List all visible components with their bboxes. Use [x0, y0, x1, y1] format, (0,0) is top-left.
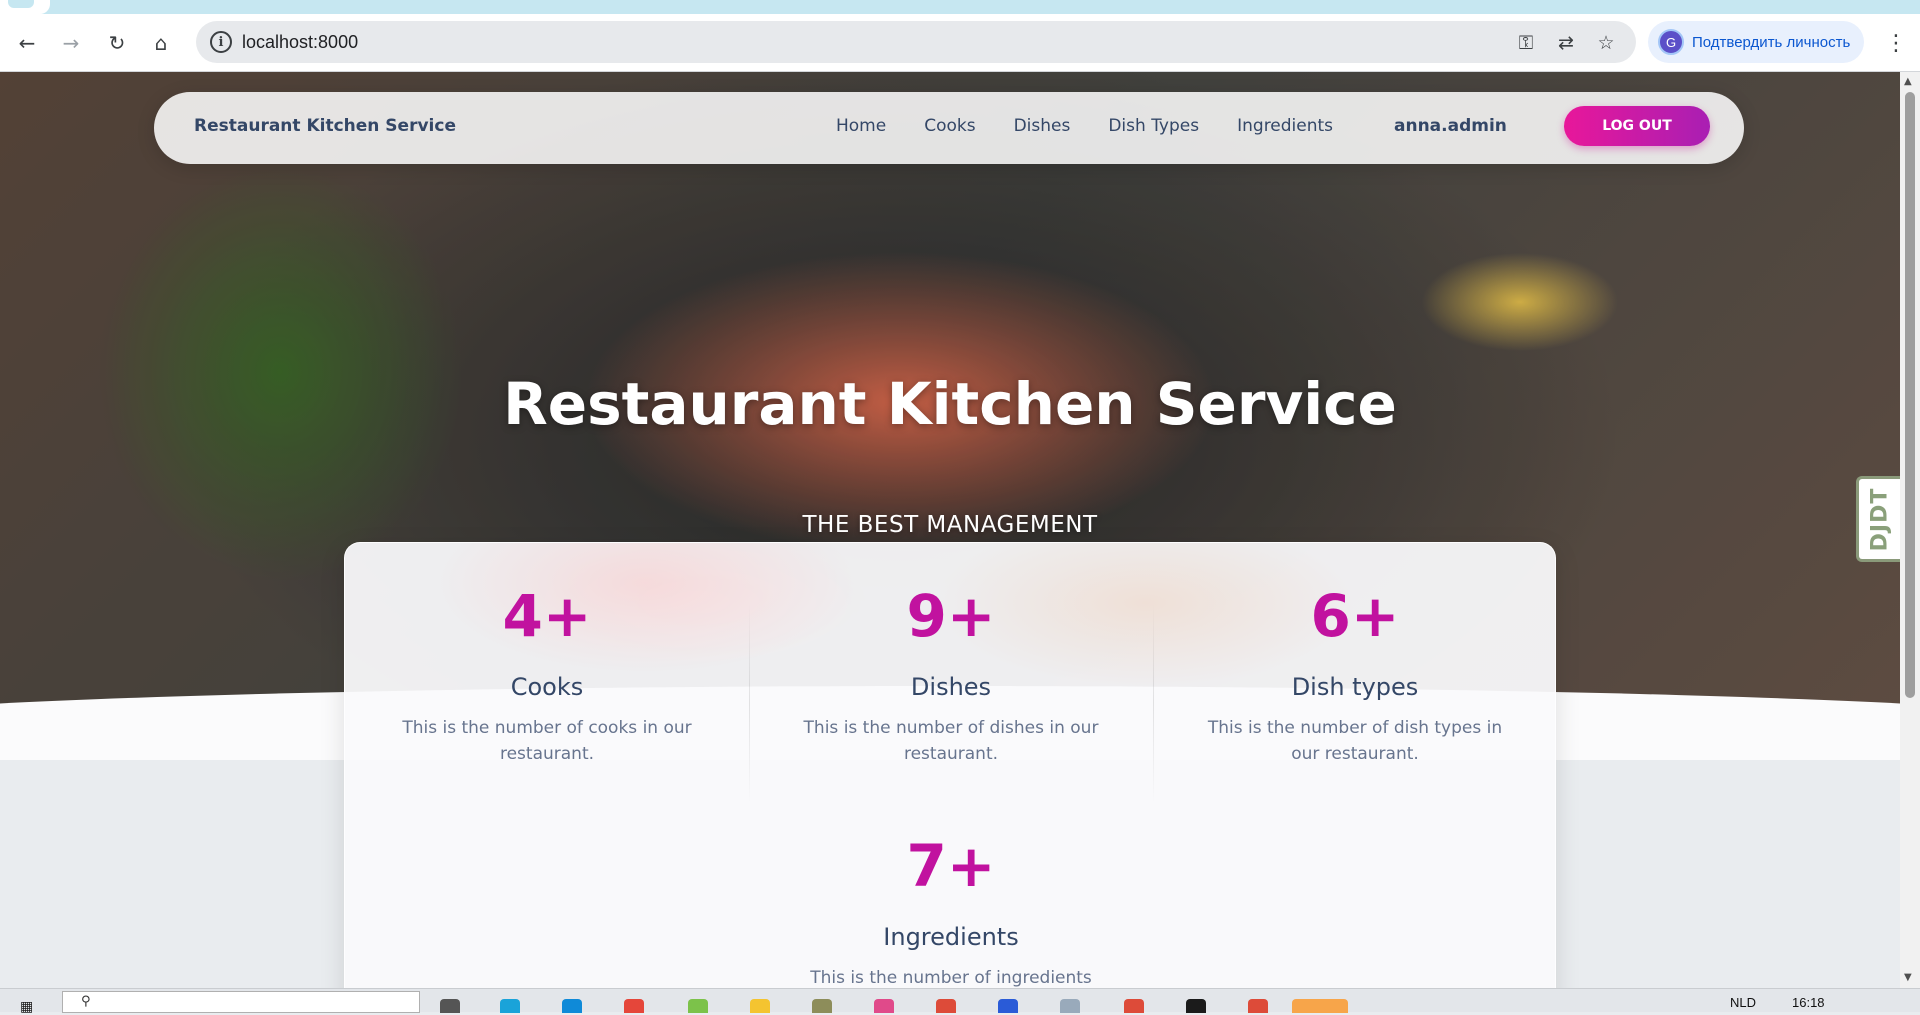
- clock[interactable]: 16:18: [1792, 995, 1825, 1010]
- nav-link-dish-types[interactable]: Dish Types: [1108, 116, 1199, 136]
- bookmark-star-icon[interactable]: ☆: [1594, 31, 1618, 55]
- page-scrollbar[interactable]: ▲ ▼: [1900, 72, 1920, 988]
- browser-tab-strip: [0, 0, 1920, 14]
- brand-link[interactable]: Restaurant Kitchen Service: [194, 116, 456, 136]
- stat-title: Ingredients: [883, 923, 1019, 951]
- git-icon[interactable]: [624, 999, 644, 1013]
- address-bar[interactable]: i localhost:8000 ⚿ ⇄ ☆: [196, 21, 1636, 63]
- site-info-icon[interactable]: i: [210, 31, 232, 53]
- navbar: Restaurant Kitchen Service Home Cooks Di…: [154, 92, 1744, 164]
- chrome-icon[interactable]: [1248, 999, 1268, 1013]
- os-taskbar: ▦ ⚲ NLD 16:18: [0, 988, 1920, 1015]
- logout-button[interactable]: LOG OUT: [1564, 106, 1710, 146]
- utorrent-icon[interactable]: [688, 999, 708, 1013]
- stat-number: 7+: [906, 832, 996, 900]
- stat-dishes: 9+ Dishes This is the number of dishes i…: [749, 581, 1153, 767]
- nav-link-ingredients[interactable]: Ingredients: [1237, 116, 1333, 136]
- forward-arrow-icon[interactable]: →: [56, 28, 86, 58]
- stat-description: This is the number of cooks in our resta…: [402, 718, 692, 764]
- kebab-menu-icon[interactable]: ⋮: [1884, 28, 1908, 58]
- hero-title: Restaurant Kitchen Service: [503, 370, 1397, 438]
- browser-tab[interactable]: [0, 0, 50, 14]
- profile-label: Подтвердить личность: [1692, 33, 1851, 51]
- stat-title: Cooks: [510, 673, 584, 701]
- page-viewport: Restaurant Kitchen Service THE BEST MANA…: [0, 72, 1900, 988]
- browser-toolbar: ← → ↻ ⌂ i localhost:8000 ⚿ ⇄ ☆ G Подтвер…: [0, 14, 1920, 72]
- stat-number: 6+: [1310, 582, 1400, 650]
- stat-title: Dish types: [1291, 673, 1419, 701]
- nav-link-cooks[interactable]: Cooks: [924, 116, 975, 136]
- taskbar-search-box[interactable]: ⚲: [62, 991, 420, 1013]
- nav-link-home[interactable]: Home: [836, 116, 886, 136]
- stat-description: This is the number of ingredients in our…: [810, 968, 1092, 988]
- search-icon: ⚲: [81, 994, 91, 1009]
- pycharm-icon[interactable]: [1186, 999, 1206, 1013]
- stat-description: This is the number of dishes in our rest…: [803, 718, 1099, 764]
- home-icon[interactable]: ⌂: [146, 28, 176, 58]
- stats-card: 4+ Cooks This is the number of cooks in …: [344, 542, 1556, 988]
- app-icon[interactable]: [1060, 999, 1080, 1013]
- nav-user-link[interactable]: anna.admin: [1394, 116, 1507, 136]
- edge-icon[interactable]: [500, 999, 520, 1013]
- stat-number: 4+: [502, 582, 592, 650]
- stat-ingredients: 7+ Ingredients This is the number of ing…: [749, 831, 1153, 988]
- key-icon[interactable]: ⚿: [1514, 31, 1538, 55]
- chrome-icon[interactable]: [1124, 999, 1144, 1013]
- stat-cooks: 4+ Cooks This is the number of cooks in …: [345, 581, 749, 767]
- nav-link-dishes[interactable]: Dishes: [1014, 116, 1071, 136]
- windows-start-icon[interactable]: ▦: [20, 999, 42, 1015]
- scroll-up-arrow-icon[interactable]: ▲: [1904, 76, 1912, 87]
- scrollbar-thumb[interactable]: [1905, 92, 1915, 698]
- chrome-icon[interactable]: [936, 999, 956, 1013]
- keyboard-language[interactable]: NLD: [1730, 995, 1756, 1010]
- hero-subtitle: THE BEST MANAGEMENT: [802, 512, 1098, 538]
- avatar: G: [1658, 29, 1684, 55]
- scroll-down-arrow-icon[interactable]: ▼: [1904, 972, 1912, 983]
- app-icon[interactable]: [1292, 999, 1348, 1013]
- translate-icon[interactable]: ⇄: [1554, 31, 1578, 55]
- skype-icon[interactable]: [562, 999, 582, 1013]
- app-icon[interactable]: [998, 999, 1018, 1013]
- stat-number: 9+: [906, 582, 996, 650]
- debug-toolbar-label: DJDT: [1867, 487, 1892, 551]
- stat-description: This is the number of dish types in our …: [1207, 718, 1503, 764]
- stat-title: Dishes: [910, 673, 992, 701]
- file-explorer-icon[interactable]: [750, 999, 770, 1013]
- debug-toolbar-handle[interactable]: DJDT: [1856, 476, 1900, 562]
- reload-icon[interactable]: ↻: [102, 28, 132, 58]
- stat-dish-types: 6+ Dish types This is the number of dish…: [1153, 581, 1555, 767]
- task-view-icon[interactable]: [440, 999, 460, 1013]
- app-icon[interactable]: [812, 999, 832, 1013]
- nav-links: Home Cooks Dishes Dish Types Ingredients: [836, 116, 1371, 136]
- profile-button[interactable]: G Подтвердить личность: [1648, 21, 1864, 63]
- app-icon[interactable]: [874, 999, 894, 1013]
- tab-indicator: [8, 0, 34, 8]
- back-arrow-icon[interactable]: ←: [12, 28, 42, 58]
- url-text[interactable]: localhost:8000: [242, 32, 358, 53]
